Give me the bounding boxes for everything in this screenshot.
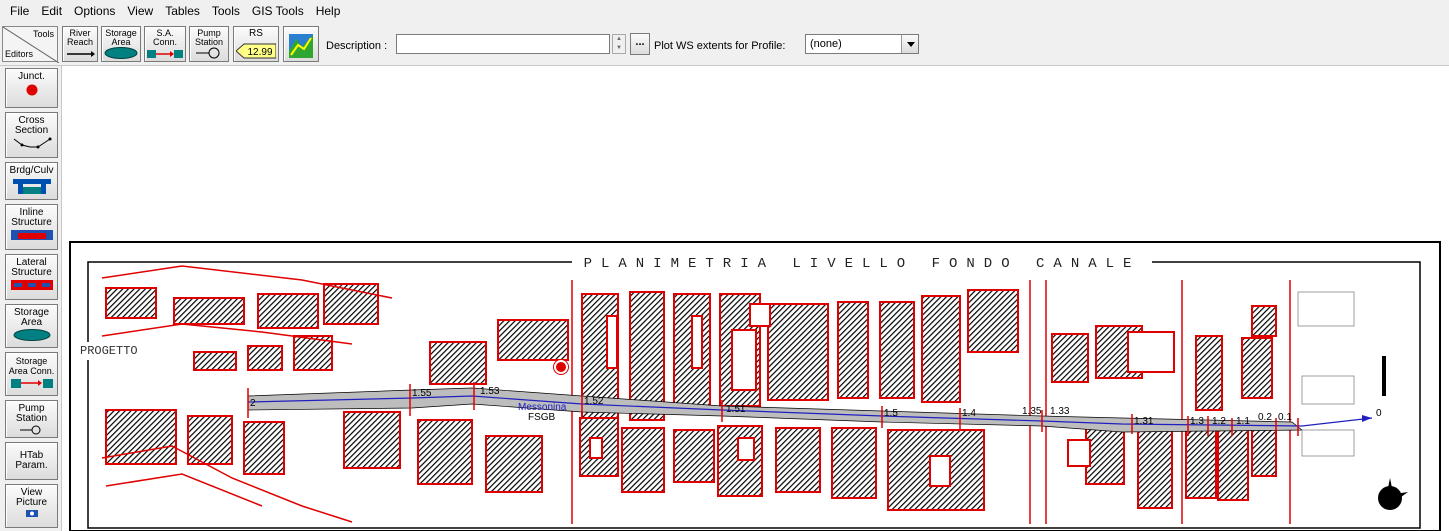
rs-value: 12.99	[247, 47, 272, 58]
inline-structure-label: Inline Structure	[11, 207, 52, 228]
menu-gis-tools[interactable]: GIS Tools	[246, 1, 310, 21]
pump-station-button[interactable]: Pump Station	[189, 26, 229, 62]
river-reach-button[interactable]: River Reach	[62, 26, 98, 62]
corner-tools-label: Tools	[32, 29, 54, 39]
storage-area-button[interactable]: Storage Area	[101, 26, 141, 62]
junction-editor-button[interactable]: Junct.	[5, 68, 58, 108]
pump-station-editor-icon	[19, 425, 40, 435]
inline-structure-icon	[10, 230, 53, 240]
junction-icon	[26, 84, 37, 96]
bridge-culvert-editor-button[interactable]: Brdg/Culv	[5, 162, 58, 200]
junction-marker[interactable]	[554, 360, 568, 374]
bridge-culvert-label: Brdg/Culv	[9, 165, 54, 176]
xs-label[interactable]: 1.51	[726, 404, 745, 415]
xs-label[interactable]: 1.33	[1050, 406, 1069, 417]
xs-label[interactable]: 0	[1376, 408, 1382, 419]
storage-area-label: Storage Area	[105, 28, 137, 47]
xs-label[interactable]: 1.52	[584, 396, 603, 407]
menu-options[interactable]: Options	[68, 1, 121, 21]
xs-label[interactable]: 0.1	[1278, 412, 1292, 423]
ellipsis-button[interactable]: ...	[630, 33, 650, 55]
cross-section-label: Cross Section	[14, 115, 49, 136]
storage-area-editor-button[interactable]: Storage Area	[5, 304, 58, 348]
description-label: Description :	[326, 40, 388, 52]
menu-help[interactable]: Help	[310, 1, 347, 21]
xs-label[interactable]: 1.4	[962, 408, 976, 419]
xs-label[interactable]: 1.5	[884, 408, 898, 419]
lateral-structure-icon	[10, 280, 53, 290]
menu-file[interactable]: File	[4, 1, 35, 21]
storage-area-conn-editor-button[interactable]: Storage Area Conn.	[5, 352, 58, 396]
camera-icon	[25, 510, 38, 517]
tools-editors-corner[interactable]: Tools Editors	[2, 26, 59, 63]
xs-label[interactable]: 2	[250, 398, 256, 409]
arrow-right-icon	[67, 51, 95, 57]
lateral-structure-label: Lateral Structure	[11, 257, 52, 278]
chevron-down-icon[interactable]	[901, 35, 918, 53]
xs-label[interactable]: 1.1	[1236, 416, 1250, 427]
view-picture-button[interactable]: View Picture	[5, 484, 58, 528]
cross-section-icon	[13, 137, 51, 149]
plot-ws-extents-label: Plot WS extents for Profile:	[654, 40, 786, 52]
xs-label[interactable]: 1.35	[1022, 406, 1041, 417]
view-picture-label: View Picture	[15, 487, 48, 508]
plan-map	[69, 241, 1441, 531]
rs-button[interactable]: RS 12.99	[233, 26, 279, 62]
storage-area-conn-label: Storage Area Conn.	[8, 356, 55, 376]
map-layers-button[interactable]	[283, 26, 319, 62]
description-spinner[interactable]: ▲ ▼	[612, 34, 626, 54]
sa-connection-label: S.A. Conn.	[152, 28, 178, 47]
xs-label[interactable]: 0.2	[1258, 412, 1272, 423]
menu-tools[interactable]: Tools	[206, 1, 246, 21]
storage-area-icon	[104, 47, 138, 59]
menu-tables[interactable]: Tables	[159, 1, 206, 21]
description-input[interactable]	[396, 34, 610, 54]
menu-view[interactable]: View	[121, 1, 159, 21]
storage-area-editor-label: Storage Area	[13, 307, 50, 328]
xs-label[interactable]: 1.3	[1190, 416, 1204, 427]
htab-param-editor-button[interactable]: HTab Param.	[5, 442, 58, 480]
menu-bar: File Edit Options View Tables Tools GIS …	[0, 0, 1449, 22]
sa-connection-button[interactable]: S.A. Conn.	[144, 26, 186, 62]
map-layers-icon	[289, 34, 313, 58]
junction-label: Junct.	[18, 71, 45, 82]
pump-station-editor-button[interactable]: Pump Station	[5, 400, 58, 438]
map-side-label: PROGETTO	[80, 342, 138, 360]
lateral-structure-editor-button[interactable]: Lateral Structure	[5, 254, 58, 300]
rs-label: RS	[249, 28, 263, 39]
pump-icon	[196, 47, 220, 59]
htab-param-label: HTab Param.	[15, 450, 48, 471]
pump-station-label: Pump Station	[194, 28, 224, 47]
xs-label[interactable]: 1.53	[480, 386, 499, 397]
cross-section-editor-button[interactable]: Cross Section	[5, 112, 58, 158]
pump-station-editor-label: Pump Station	[15, 403, 48, 424]
river-reach-label: River Reach	[66, 28, 93, 47]
bridge-icon	[12, 179, 51, 194]
editors-panel: Junct. Cross Section Brdg/Culv Inline St…	[0, 66, 62, 531]
inline-structure-editor-button[interactable]: Inline Structure	[5, 204, 58, 250]
map-title: PLANIMETRIA LIVELLO FONDO CANALE	[572, 256, 1152, 272]
schematic-canvas[interactable]: PLANIMETRIA LIVELLO FONDO CANALE PROGETT…	[62, 66, 1449, 531]
xs-label[interactable]: 1.55	[412, 388, 431, 399]
xs-label[interactable]: 1.2	[1212, 416, 1226, 427]
reach-sub-label: FSGB	[528, 412, 556, 423]
menu-edit[interactable]: Edit	[35, 1, 68, 21]
storage-area-editor-icon	[13, 329, 50, 341]
xs-label[interactable]: 1.31	[1134, 416, 1153, 427]
profile-select[interactable]: (none)	[805, 34, 919, 54]
toolbar: Tools Editors River Reach Storage Area S…	[0, 22, 1449, 66]
storage-area-conn-icon	[10, 379, 53, 388]
sa-connection-icon	[147, 50, 183, 58]
rs-value-icon: 12.99	[236, 43, 276, 59]
profile-select-value: (none)	[810, 38, 842, 50]
corner-editors-label: Editors	[5, 49, 34, 59]
